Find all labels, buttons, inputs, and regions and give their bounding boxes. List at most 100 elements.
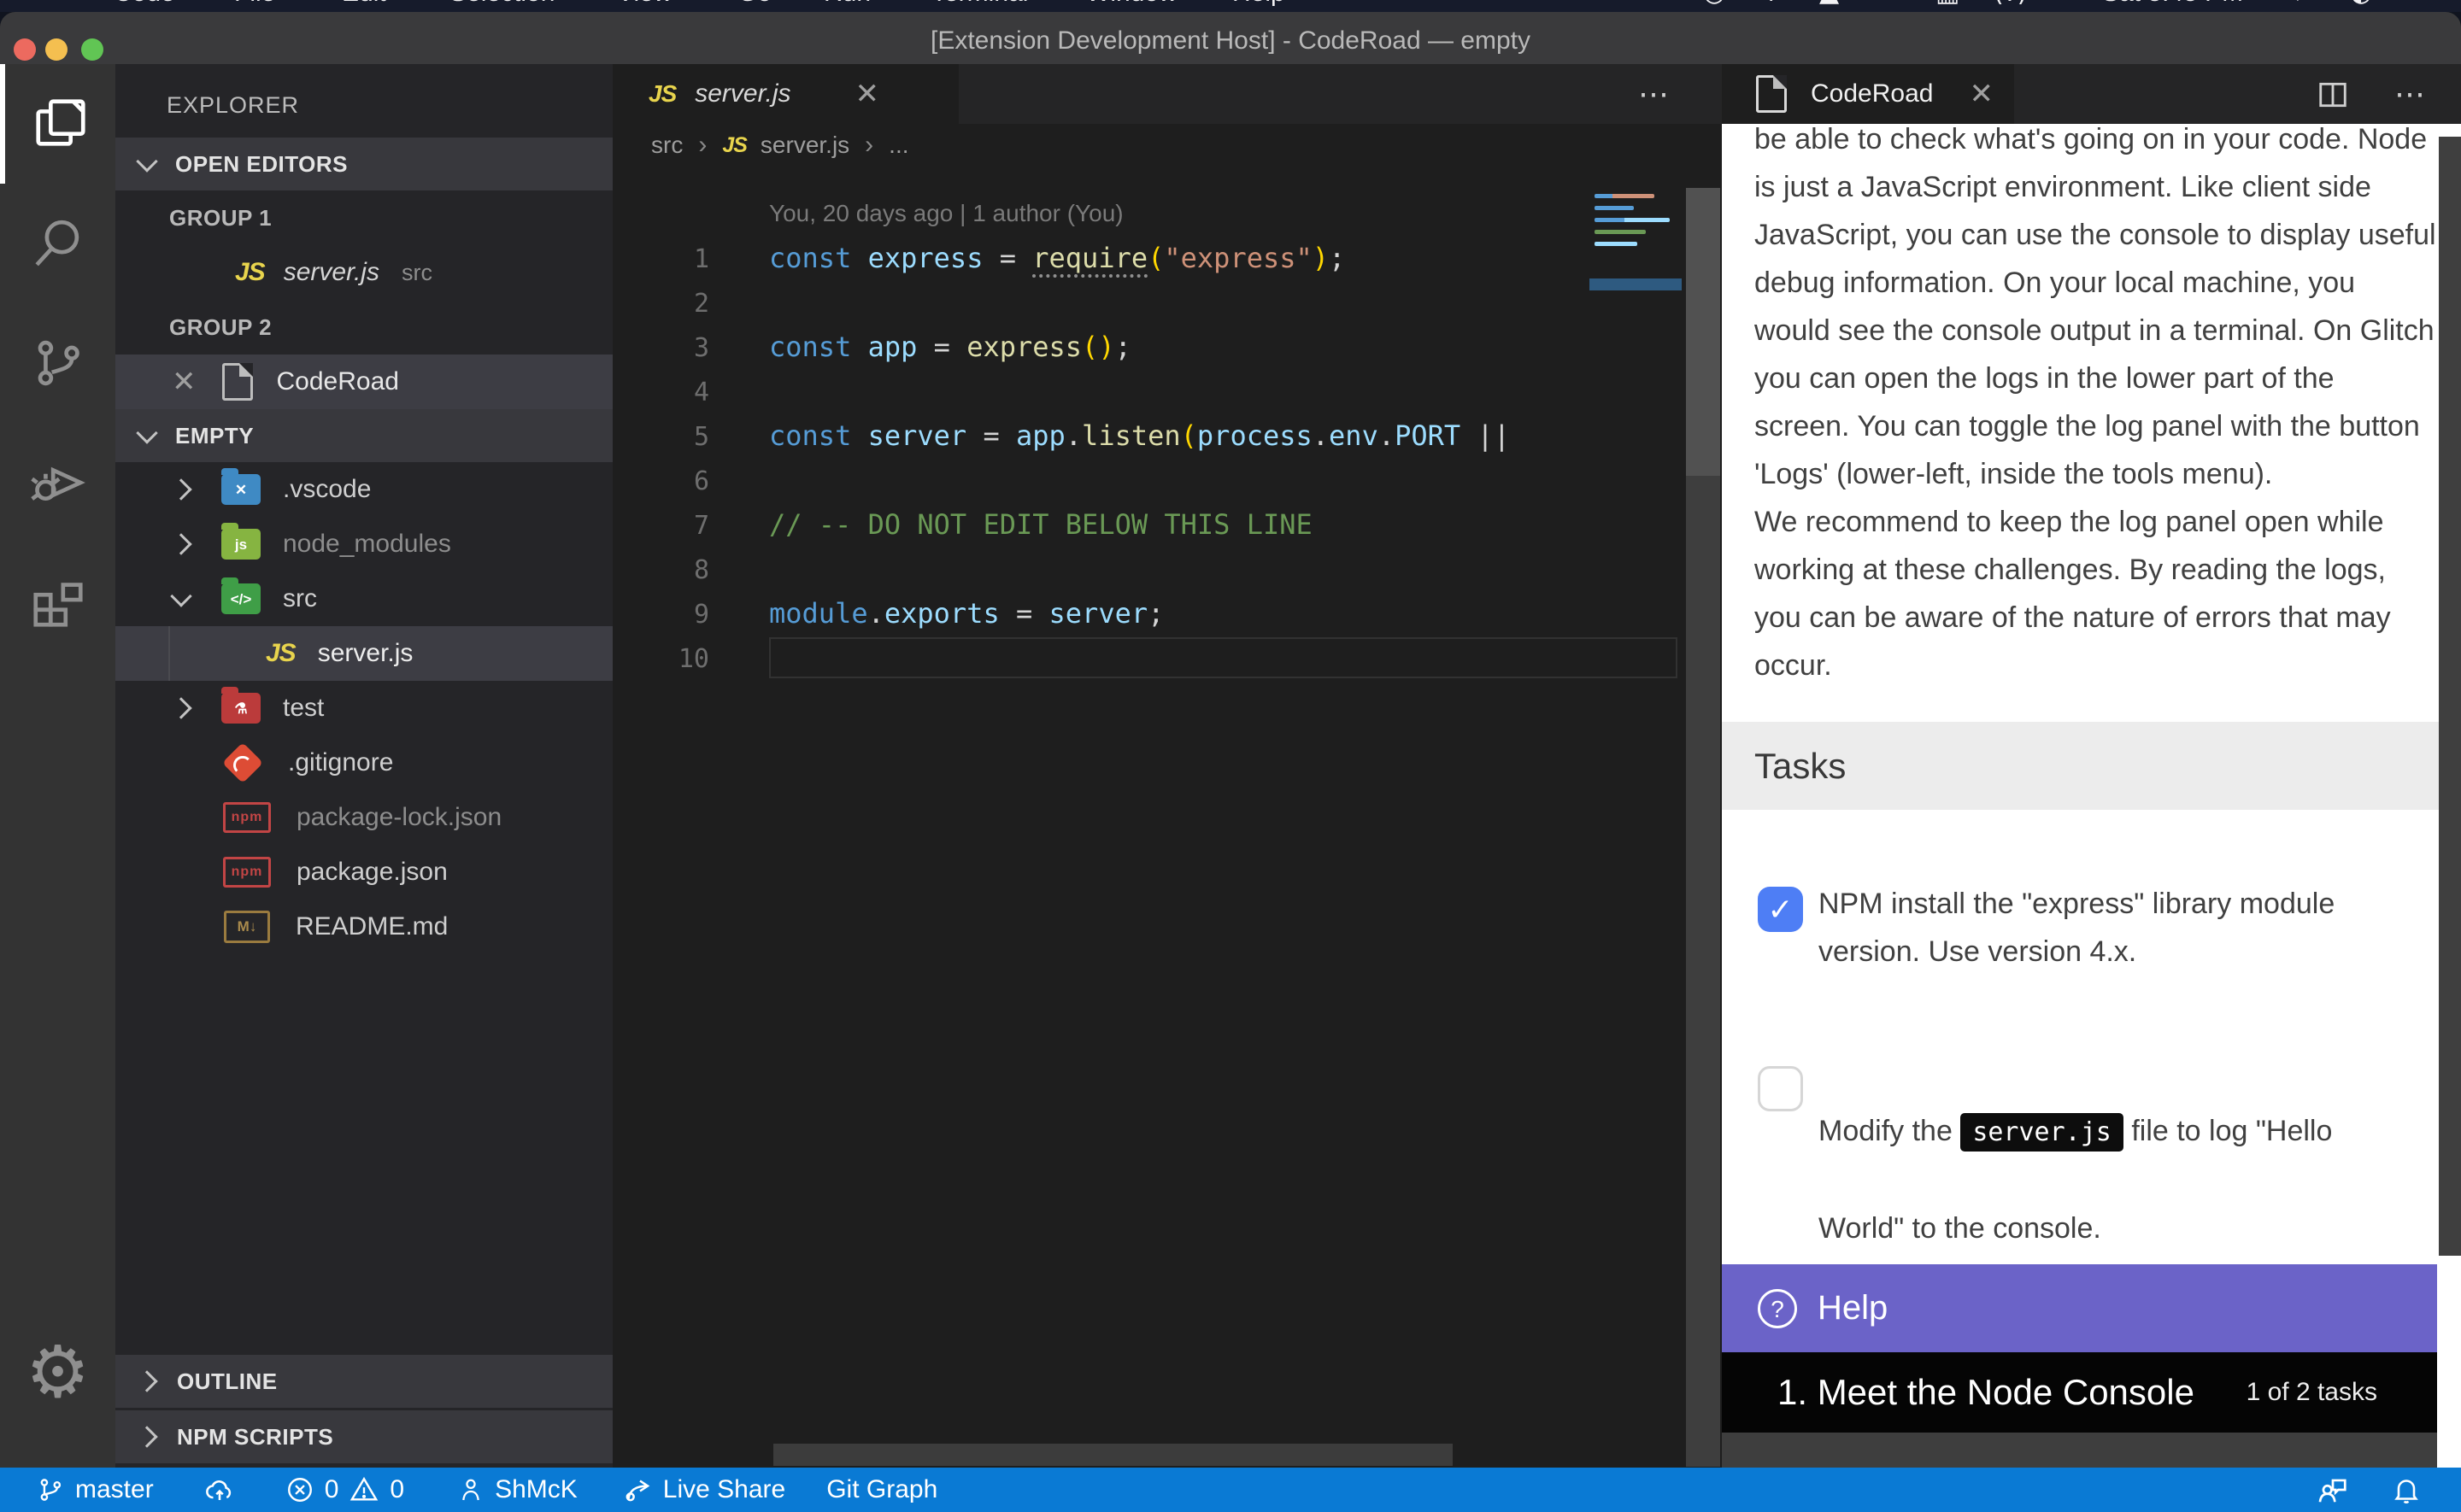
menubar-status-icon[interactable]: (?) — [1994, 0, 2027, 12]
tree-item-package-json[interactable]: npm package.json — [115, 845, 613, 900]
editor-actions-more[interactable]: ⋯ — [1638, 64, 1671, 124]
code-line-3[interactable]: 3const app = express(); — [613, 325, 1722, 369]
menu-item-edit[interactable]: Edit — [342, 0, 386, 12]
panel-actions-more[interactable]: ⋯ — [2394, 64, 2427, 124]
statusbar-user[interactable]: ShMcK — [457, 1475, 578, 1504]
menubar-clock[interactable]: Sat 5:45 PM — [2102, 0, 2243, 12]
title-bar[interactable]: [Extension Development Host] - CodeRoad … — [0, 12, 2461, 64]
npm-scripts-section-header[interactable]: NPM SCRIPTS — [115, 1410, 613, 1463]
tree-item-gitignore[interactable]: .gitignore — [115, 735, 613, 790]
activity-settings[interactable]: ⚙ — [0, 1321, 115, 1423]
markdown-icon: M↓ — [224, 911, 270, 943]
breadcrumb-symbol[interactable]: ... — [889, 132, 908, 159]
close-tab-icon[interactable]: ✕ — [1969, 79, 1994, 108]
activity-run-debug[interactable] — [0, 423, 115, 542]
open-editor-serverjs[interactable]: JS server.js src — [115, 245, 613, 300]
menu-item-selection[interactable]: Selection — [449, 0, 555, 12]
activity-explorer[interactable] — [0, 64, 115, 184]
code-line-4[interactable]: 4 — [613, 369, 1722, 413]
menu-item-file[interactable]: File — [234, 0, 275, 12]
statusbar-branch[interactable]: master — [36, 1475, 154, 1504]
close-icon[interactable]: ✕ — [172, 367, 197, 396]
menu-item-code[interactable]: Code — [114, 0, 175, 12]
menubar-status-icon[interactable]: ▲ — [1819, 0, 1839, 12]
statusbar-feedback[interactable] — [2316, 1474, 2350, 1506]
activity-search[interactable] — [0, 184, 115, 303]
menu-item-go[interactable]: Go — [737, 0, 772, 12]
folder-header-empty[interactable]: EMPTY — [115, 409, 613, 462]
gitlens-blame-annotation: You, 20 days ago | 1 author (You) — [769, 191, 1722, 236]
code-line-5[interactable]: 5const server = app.listen(process.env.P… — [613, 413, 1722, 458]
breadcrumb-src[interactable]: src — [651, 132, 683, 159]
menubar-status-icon[interactable]: ϟ — [1761, 0, 1778, 12]
menubar-status-icon[interactable]: ↻ — [1645, 0, 1666, 12]
activity-extensions[interactable] — [0, 542, 115, 662]
statusbar-problems[interactable]: 0 0 — [285, 1475, 404, 1504]
open-editor-coderoad[interactable]: ✕ CodeRoad — [115, 355, 613, 409]
feedback-icon — [2316, 1474, 2350, 1506]
menubar-status-icon[interactable]: ✎ — [1877, 0, 1899, 12]
minimap-slider[interactable] — [1589, 278, 1682, 290]
menubar-right-icon[interactable]: ◐ — [2350, 0, 2372, 12]
code-editor[interactable]: You, 20 days ago | 1 author (You) 1const… — [613, 167, 1722, 1468]
gear-icon: ⚙ — [26, 1336, 90, 1408]
webview-scrollbar-thumb[interactable] — [2439, 137, 2461, 1256]
task1-checkbox[interactable]: ✓ — [1758, 887, 1803, 932]
help-bar[interactable]: ? Help — [1722, 1264, 2437, 1352]
menubar-right-icon[interactable]: ⌕ — [2297, 0, 2311, 12]
editor-horizontal-scrollbar[interactable] — [773, 1444, 1453, 1466]
file-icon — [1756, 75, 1787, 113]
scrollbar-thumb[interactable] — [1686, 188, 1720, 476]
menubar-status-icon[interactable]: ▭ — [2052, 0, 2076, 12]
code-line-6[interactable]: 6 — [613, 458, 1722, 502]
chevron-right-icon — [136, 1426, 157, 1447]
statusbar-live-share[interactable]: Live Share — [622, 1474, 785, 1505]
menu-item-view[interactable]: View — [617, 0, 672, 12]
tree-item-label: README.md — [296, 912, 448, 941]
macos-menu-bar: ● Code File Edit Selection View Go Run Terminal… — [0, 0, 2461, 12]
test-folder-icon: ⚗ — [221, 693, 261, 724]
tree-item-test[interactable]: ⚗ test — [115, 681, 613, 735]
code-line-1[interactable]: 1const express = require("express"); — [613, 236, 1722, 280]
tab-coderoad[interactable]: CodeRoad ✕ — [1722, 64, 2014, 124]
line-number: 4 — [613, 371, 709, 415]
tree-item-serverjs[interactable]: JS server.js — [115, 626, 613, 681]
branch-name: master — [75, 1475, 154, 1504]
menu-item-window[interactable]: Window — [1086, 0, 1178, 12]
menubar-right-icon[interactable]: ≔ — [2403, 0, 2429, 12]
tree-item-src[interactable]: </> src — [115, 571, 613, 626]
activity-source-control[interactable] — [0, 303, 115, 423]
split-editor-icon[interactable] — [2316, 79, 2350, 111]
code-line-9[interactable]: 9module.exports = server; — [613, 591, 1722, 636]
menu-item-help[interactable]: Help — [1232, 0, 1285, 12]
lesson-progress-bar[interactable]: 1. Meet the Node Console 1 of 2 tasks — [1722, 1352, 2437, 1433]
task2-text-post: file to log "Hello — [2123, 1115, 2333, 1147]
breadcrumb[interactable]: src › JS server.js › ... — [613, 124, 1722, 167]
tab-serverjs[interactable]: JS server.js ✕ — [613, 64, 959, 124]
statusbar-notifications[interactable] — [2391, 1474, 2422, 1506]
minimap[interactable] — [1589, 186, 1682, 383]
tree-item-package-lock[interactable]: npm package-lock.json — [115, 790, 613, 845]
task2-checkbox[interactable] — [1758, 1066, 1803, 1111]
lesson-title: 1. Meet the Node Console — [1777, 1352, 2194, 1433]
code-line-8[interactable]: 8 — [613, 547, 1722, 591]
statusbar-sync[interactable] — [203, 1474, 236, 1505]
statusbar-git-graph[interactable]: Git Graph — [826, 1475, 937, 1504]
editor-vertical-scrollbar[interactable] — [1686, 188, 1720, 1467]
menu-item-terminal[interactable]: Terminal — [931, 0, 1028, 12]
menu-item-run[interactable]: Run — [824, 0, 871, 12]
open-editors-header[interactable]: OPEN EDITORS — [115, 138, 613, 190]
git-icon — [222, 742, 263, 783]
code-line-7[interactable]: 7// -- DO NOT EDIT BELOW THIS LINE — [613, 502, 1722, 547]
code-line-2[interactable]: 2 — [613, 280, 1722, 325]
close-tab-icon[interactable]: ✕ — [855, 79, 880, 108]
outline-section-header[interactable]: OUTLINE — [115, 1355, 613, 1408]
tree-item-vscode[interactable]: ✕ .vscode — [115, 462, 613, 517]
tree-item-readme[interactable]: M↓ README.md — [115, 900, 613, 954]
menubar-status-icon[interactable]: ▥ — [1935, 0, 1959, 12]
tree-item-node-modules[interactable]: js node_modules — [115, 517, 613, 571]
code-line-10[interactable]: 10 — [613, 636, 1722, 680]
menubar-status-icon[interactable]: ◎ — [1703, 0, 1725, 12]
breadcrumb-file[interactable]: server.js — [761, 132, 849, 159]
apple-menu-icon[interactable]: ● — [60, 0, 75, 12]
